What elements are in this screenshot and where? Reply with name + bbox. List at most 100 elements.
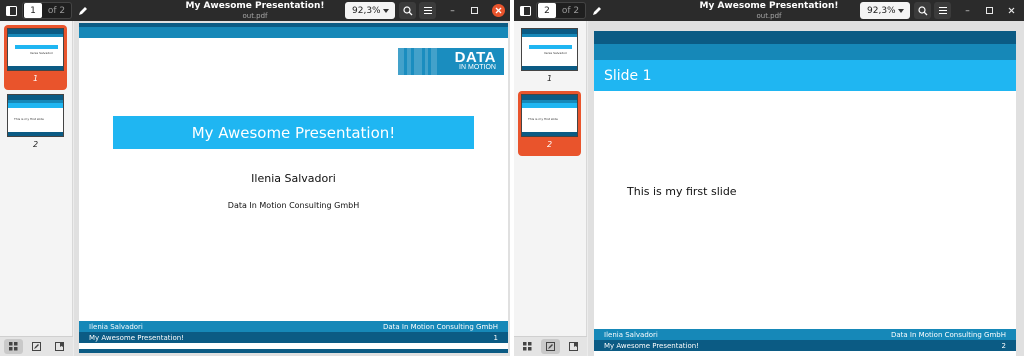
thumbnail-page-2[interactable]: This is my first slide 2 [518, 91, 581, 156]
minimize-button[interactable]: – [445, 3, 460, 18]
footer-institute: Data In Motion Consulting GmbH [890, 330, 1006, 339]
maximize-icon [986, 7, 993, 14]
footer-author: Ilenia Salvadori [604, 330, 658, 339]
close-icon [1008, 7, 1015, 14]
menu-button[interactable] [934, 2, 951, 19]
document-view[interactable]: DATA IN MOTION My Awesome Presentation! … [74, 21, 510, 356]
thumbnail-text: This is my first slide [14, 117, 44, 121]
zoom-select[interactable]: 92,3% [345, 2, 395, 19]
data-in-motion-logo: DATA IN MOTION [398, 48, 504, 75]
footer-institute: Data In Motion Consulting GmbH [382, 322, 498, 331]
sidebar-icon [520, 5, 531, 16]
bookmarks-view-button[interactable] [564, 339, 583, 354]
annotation-icon [32, 342, 41, 351]
close-button[interactable] [492, 4, 505, 17]
thumbnail-page-1[interactable]: Ilenia Salvadori 1 [4, 25, 67, 90]
footer-title: My Awesome Presentation! [604, 341, 699, 350]
footer-page-number: 1 [493, 333, 498, 342]
footer-row: My Awesome Presentation! 1 [79, 332, 508, 343]
thumbnail-image: Ilenia Salvadori [521, 28, 578, 71]
minimize-icon: – [965, 5, 970, 16]
document-title: My Awesome Presentation! [185, 1, 325, 11]
maximize-button[interactable] [467, 3, 482, 18]
sidebar-toggle-button[interactable] [3, 2, 20, 19]
page-total-label: of 2 [47, 5, 66, 16]
search-button[interactable] [399, 2, 416, 19]
thumbnail-text: Ilenia Salvadori [30, 51, 54, 55]
minimize-button[interactable]: – [960, 3, 975, 18]
grid-icon [9, 342, 18, 351]
page-selector: 2 of 2 [536, 2, 586, 19]
header-band [594, 44, 1016, 60]
footer-title: My Awesome Presentation! [89, 333, 184, 342]
thumbnails-view-button[interactable] [518, 339, 537, 354]
footer-author: Ilenia Salvadori [89, 322, 143, 331]
sidebar-footer [514, 336, 587, 356]
hamburger-icon [938, 7, 947, 14]
thumbnails-view-button[interactable] [4, 339, 23, 354]
thumbnail-sidebar: Ilenia Salvadori 1 This is my first slid… [514, 21, 587, 356]
thumbnail-image: This is my first slide [521, 94, 578, 137]
zoom-select[interactable]: 92,3% [860, 2, 910, 19]
sidebar-toggle-button[interactable] [517, 2, 534, 19]
thumbnail-image: Ilenia Salvadori [7, 28, 64, 71]
thumbnail-page-1[interactable]: Ilenia Salvadori 1 [518, 25, 581, 90]
presentation-institute: Data In Motion Consulting GmbH [227, 201, 360, 210]
maximize-button[interactable] [982, 3, 997, 18]
presentation-title: My Awesome Presentation! [113, 116, 474, 149]
annotate-button[interactable] [588, 2, 605, 19]
document-filename: out.pdf [242, 12, 268, 20]
annotate-button[interactable] [74, 2, 91, 19]
annotation-icon [546, 342, 555, 351]
chevron-down-icon [898, 9, 904, 13]
header-bar: 2 of 2 My Awesome Presentation! out.pdf … [514, 0, 1024, 21]
pdf-viewer-window-left: 1 of 2 My Awesome Presentation! out.pdf … [0, 0, 510, 356]
maximize-icon [471, 7, 478, 14]
next-page-edge [79, 349, 508, 353]
pdf-viewer-window-right: 2 of 2 My Awesome Presentation! out.pdf … [514, 0, 1024, 356]
annotations-view-button[interactable] [541, 339, 560, 354]
bookmark-icon [569, 342, 578, 351]
page-selector: 1 of 2 [22, 2, 72, 19]
bookmarks-view-button[interactable] [50, 339, 69, 354]
pencil-icon [78, 6, 87, 15]
hamburger-icon [423, 7, 432, 14]
footer-row: My Awesome Presentation! 2 [594, 340, 1016, 351]
document-title: My Awesome Presentation! [699, 1, 839, 11]
thumbnail-label: 1 [546, 74, 553, 83]
zoom-value: 92,3% [867, 5, 896, 16]
annotations-view-button[interactable] [27, 339, 46, 354]
chevron-down-icon [383, 9, 389, 13]
search-icon [402, 5, 412, 15]
footer-page-number: 2 [1001, 341, 1006, 350]
pencil-icon [592, 6, 601, 15]
zoom-value: 92,3% [352, 5, 381, 16]
thumbnail-page-2[interactable]: This is my first slide 2 [4, 91, 67, 156]
document-view[interactable]: Slide 1 This is my first slide Ilenia Sa… [588, 21, 1024, 356]
page-number-input[interactable]: 1 [24, 3, 42, 18]
grid-icon [523, 342, 532, 351]
thumbnail-label: 1 [32, 74, 39, 83]
document-filename: out.pdf [756, 12, 782, 20]
footer-row: Ilenia Salvadori Data In Motion Consulti… [79, 321, 508, 332]
sidebar-footer [0, 336, 73, 356]
page-total-label: of 2 [561, 5, 580, 16]
header-band [594, 31, 1016, 44]
window-title: My Awesome Presentation! out.pdf [150, 1, 360, 21]
menu-button[interactable] [419, 2, 436, 19]
sidebar-icon [6, 5, 17, 16]
page-number-input[interactable]: 2 [538, 3, 556, 18]
pdf-page-2: Slide 1 This is my first slide Ilenia Sa… [594, 31, 1016, 356]
thumbnail-text: This is my first slide [528, 117, 558, 121]
thumbnail-text: Ilenia Salvadori [544, 51, 568, 55]
close-button[interactable] [1004, 3, 1019, 18]
search-icon [917, 5, 927, 15]
minimize-icon: – [450, 5, 455, 16]
logo-subtext: IN MOTION [459, 64, 496, 71]
header-bar: 1 of 2 My Awesome Presentation! out.pdf … [0, 0, 510, 21]
header-band [79, 27, 508, 38]
thumbnail-label: 2 [32, 140, 39, 149]
presentation-author: Ilenia Salvadori [251, 172, 336, 185]
window-title: My Awesome Presentation! out.pdf [664, 1, 874, 21]
search-button[interactable] [914, 2, 931, 19]
